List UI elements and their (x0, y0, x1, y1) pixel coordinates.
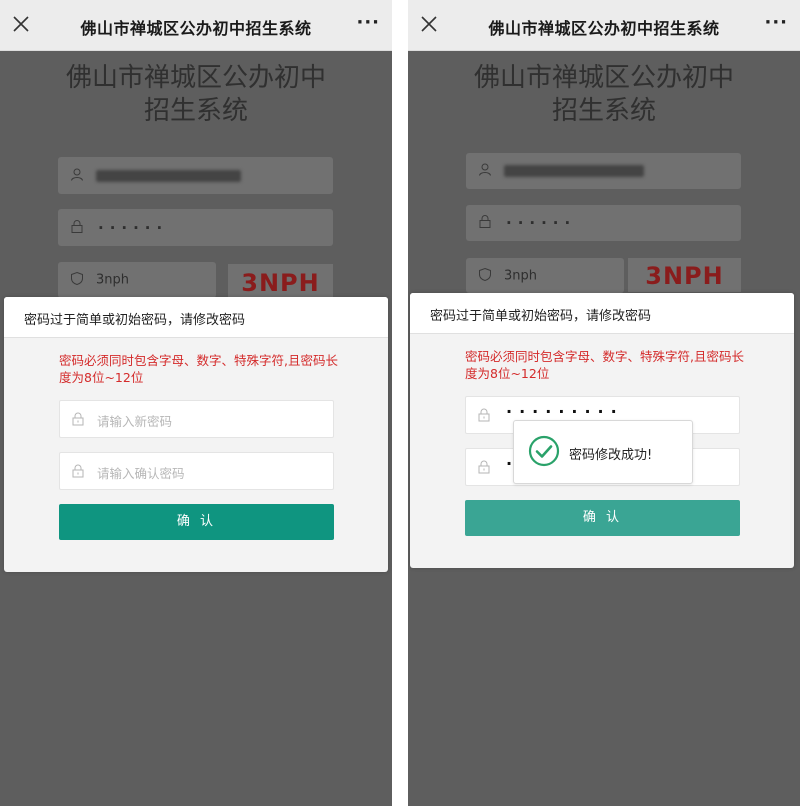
more-options-icon[interactable]: ··· (356, 12, 380, 33)
captcha-value: 3nph (504, 268, 538, 283)
username-redacted (504, 165, 644, 177)
confirm-button[interactable]: 确 认 (465, 500, 740, 536)
lock-icon (477, 459, 491, 478)
captcha-input[interactable]: 3nph (466, 258, 624, 293)
password-field[interactable]: ······ (58, 209, 333, 246)
dialog-title: 密码过于简单或初始密码，请修改密码 (24, 313, 246, 328)
shield-icon (478, 266, 492, 285)
user-icon (70, 166, 84, 185)
check-circle-icon (528, 435, 560, 471)
screen-before: 佛山市禅城区公办初中招生系统 ··· 佛山市禅城区公办初中 招生系统 ·····… (0, 0, 392, 806)
lock-icon (71, 463, 85, 482)
dialog-title: 密码过于简单或初始密码，请修改密码 (430, 309, 652, 324)
confirm-password-input[interactable]: 请输入确认密码 (59, 452, 334, 490)
password-mask: ······ (506, 214, 577, 232)
page-title: 佛山市禅城区公办初中 招生系统 (408, 62, 800, 128)
new-password-mask: ········· (506, 402, 624, 421)
shield-icon (70, 271, 84, 290)
username-field[interactable] (466, 153, 741, 189)
top-bar: 佛山市禅城区公办初中招生系统 ··· (0, 0, 392, 51)
page-title-line2: 招生系统 (551, 96, 656, 126)
change-password-dialog: 密码过于简单或初始密码，请修改密码 密码必须同时包含字母、数字、特殊字符,且密码… (4, 297, 388, 572)
confirm-button[interactable]: 确 认 (59, 504, 334, 540)
password-requirement: 密码必须同时包含字母、数字、特殊字符,且密码长度为8位~12位 (59, 353, 338, 385)
confirm-password-placeholder: 请输入确认密码 (97, 466, 185, 481)
success-toast: 密码修改成功! (513, 420, 693, 484)
captcha-value: 3nph (96, 272, 130, 288)
more-options-icon[interactable]: ··· (764, 12, 788, 33)
user-icon (478, 162, 492, 181)
password-mask: ······ (98, 218, 169, 237)
toast-message: 密码修改成功! (569, 448, 653, 463)
page-title-line1: 佛山市禅城区公办初中 (473, 63, 734, 93)
page-title-line2: 招生系统 (143, 96, 248, 126)
page-header-title: 佛山市禅城区公办初中招生系统 (488, 19, 720, 38)
captcha-image[interactable]: 3NPH (628, 258, 741, 292)
captcha-image[interactable]: 3NPH (228, 264, 333, 298)
password-field[interactable]: ······ (466, 205, 741, 241)
username-redacted (96, 169, 241, 182)
lock-icon (71, 411, 85, 430)
page-title: 佛山市禅城区公办初中 招生系统 (0, 62, 392, 128)
screen-after: 佛山市禅城区公办初中招生系统 ··· 佛山市禅城区公办初中 招生系统 ·····… (408, 0, 800, 806)
captcha-input[interactable]: 3nph (58, 262, 216, 298)
page-header-title: 佛山市禅城区公办初中招生系统 (80, 19, 312, 38)
new-password-placeholder: 请输入新密码 (97, 414, 173, 429)
top-bar: 佛山市禅城区公办初中招生系统 ··· (408, 0, 800, 51)
password-requirement: 密码必须同时包含字母、数字、特殊字符,且密码长度为8位~12位 (465, 349, 744, 381)
lock-icon (70, 218, 84, 237)
page-title-line1: 佛山市禅城区公办初中 (65, 63, 326, 93)
dialog-header: 密码过于简单或初始密码，请修改密码 (410, 293, 794, 334)
lock-icon (477, 407, 491, 426)
new-password-input[interactable]: 请输入新密码 (59, 400, 334, 438)
username-field[interactable] (58, 157, 333, 194)
lock-icon (478, 214, 492, 233)
dialog-header: 密码过于简单或初始密码，请修改密码 (4, 297, 388, 338)
